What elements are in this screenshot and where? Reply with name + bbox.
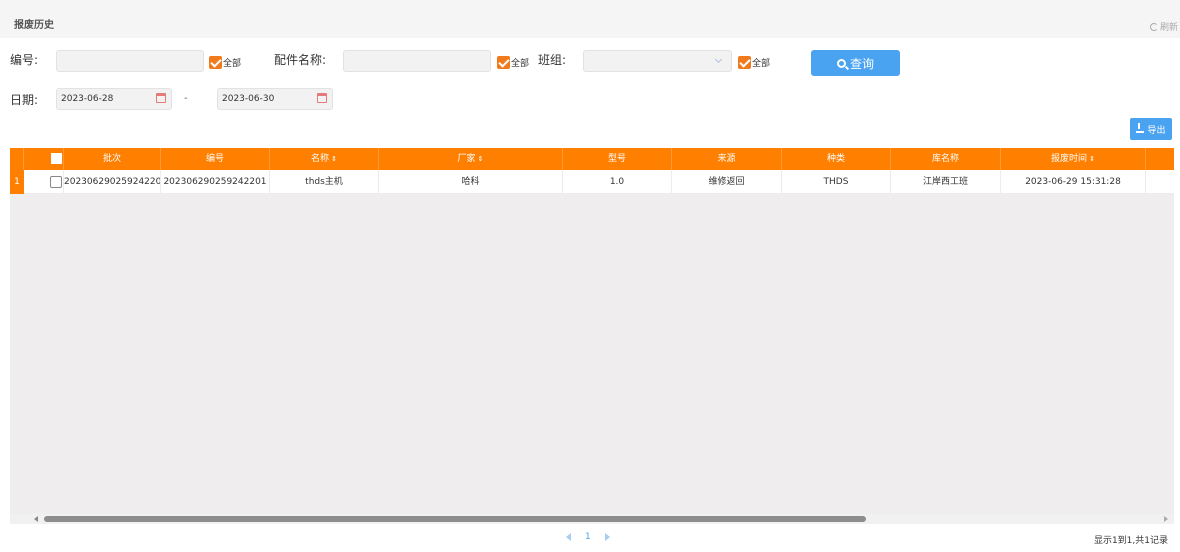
date-to-value: 2023-06-30 xyxy=(222,94,275,104)
prev-page-icon[interactable] xyxy=(566,533,571,541)
date-to-input[interactable]: 2023-06-30 xyxy=(217,88,333,110)
code-input[interactable] xyxy=(56,50,204,72)
select-all-checkbox[interactable] xyxy=(51,153,62,164)
cell-code: 202306290259242201 xyxy=(161,170,270,194)
part-name-all-checkbox[interactable]: 全部 xyxy=(497,56,529,69)
sort-icon: ⇕ xyxy=(331,155,337,163)
team-label: 班组: xyxy=(538,53,567,67)
download-icon xyxy=(1136,123,1145,133)
row-select-cell xyxy=(24,170,64,194)
refresh-icon xyxy=(1149,22,1158,31)
scrollbar-thumb[interactable] xyxy=(44,516,866,522)
header-rownum xyxy=(10,148,24,170)
sort-icon: ⇕ xyxy=(1089,155,1095,163)
calendar-icon[interactable] xyxy=(156,93,166,103)
date-separator: - xyxy=(184,93,188,104)
col-warehouse[interactable]: 库名称 xyxy=(891,148,1001,170)
code-all-label: 全部 xyxy=(223,59,242,69)
col-scrap-time[interactable]: 报废时间 ⇕ xyxy=(1001,148,1146,170)
col-code[interactable]: 编号 xyxy=(161,148,270,170)
cell-category: THDS xyxy=(782,170,891,194)
date-label: 日期: xyxy=(10,93,39,107)
cell-source: 维修返回 xyxy=(672,170,782,194)
table-row[interactable]: 1 20230629025924220 202306290259242201 t… xyxy=(10,170,1174,194)
date-from-input[interactable]: 2023-06-28 xyxy=(56,88,172,110)
col-model[interactable]: 型号 xyxy=(563,148,672,170)
cell-model: 1.0 xyxy=(563,170,672,194)
page-title: 报废历史 xyxy=(14,20,54,31)
col-batch[interactable]: 批次 xyxy=(64,148,161,170)
cell-scrap-time: 2023-06-29 15:31:28 xyxy=(1001,170,1146,194)
query-button[interactable]: 查询 xyxy=(811,50,900,76)
row-number: 1 xyxy=(10,170,24,194)
refresh-button[interactable]: 刷新 xyxy=(1149,20,1178,33)
code-label: 编号: xyxy=(10,53,39,67)
scroll-left-icon[interactable] xyxy=(34,516,38,522)
col-category[interactable]: 种类 xyxy=(782,148,891,170)
export-label: 导出 xyxy=(1147,125,1166,136)
calendar-icon[interactable] xyxy=(317,93,327,103)
team-select[interactable] xyxy=(583,50,732,72)
col-source[interactable]: 来源 xyxy=(672,148,782,170)
export-button[interactable]: 导出 xyxy=(1130,118,1172,140)
checkmark-icon xyxy=(209,56,222,69)
cell-batch: 20230629025924220 xyxy=(64,170,161,194)
date-from-value: 2023-06-28 xyxy=(61,94,114,104)
record-info: 显示1到1,共1记录 xyxy=(1093,536,1168,546)
row-checkbox[interactable] xyxy=(50,176,62,188)
part-name-input[interactable] xyxy=(343,50,491,72)
sort-icon: ⇕ xyxy=(477,155,484,163)
query-label: 查询 xyxy=(849,56,874,71)
cell-warehouse: 江岸西工班 xyxy=(891,170,1001,194)
col-name[interactable]: 名称 ⇕ xyxy=(270,148,379,170)
refresh-label: 刷新 xyxy=(1159,23,1178,33)
grid-header: 批次 编号 名称 ⇕ 厂家 ⇕ 型号 来源 种类 库名称 报废时间 ⇕ xyxy=(10,148,1174,170)
scroll-right-icon[interactable] xyxy=(1164,516,1168,522)
team-all-label: 全部 xyxy=(752,59,771,69)
search-icon xyxy=(836,58,846,68)
header-select-all xyxy=(24,148,64,170)
checkmark-icon xyxy=(738,56,751,69)
part-name-label: 配件名称: xyxy=(274,53,327,67)
next-page-icon[interactable] xyxy=(604,533,610,541)
chevron-down-icon xyxy=(714,55,723,64)
part-name-all-label: 全部 xyxy=(511,59,530,69)
team-all-checkbox[interactable]: 全部 xyxy=(738,56,770,69)
title-bar: 报废历史 刷新 xyxy=(0,0,1180,38)
cell-name: thds主机 xyxy=(270,170,379,194)
col-manufacturer[interactable]: 厂家 ⇕ xyxy=(379,148,563,170)
pagination: 1 xyxy=(566,532,610,542)
page-number[interactable]: 1 xyxy=(585,532,591,542)
code-all-checkbox[interactable]: 全部 xyxy=(209,56,241,69)
data-grid: 批次 编号 名称 ⇕ 厂家 ⇕ 型号 来源 种类 库名称 报废时间 ⇕ 1 20230… xyxy=(10,148,1174,524)
cell-manufacturer: 哈科 xyxy=(379,170,563,194)
horizontal-scrollbar[interactable] xyxy=(10,514,1174,524)
checkmark-icon xyxy=(497,56,510,69)
